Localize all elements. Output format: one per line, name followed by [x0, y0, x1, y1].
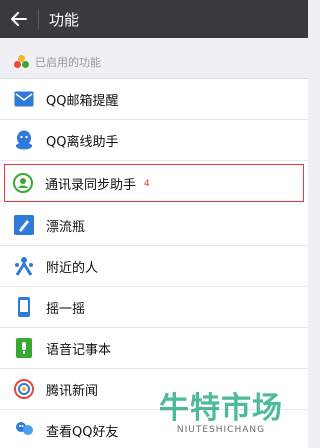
item-label: 腾讯新闻: [46, 383, 99, 399]
list-item-tencent-news[interactable]: 腾讯新闻: [0, 369, 308, 410]
item-label: 附近的人: [46, 260, 99, 276]
mail-icon: [14, 89, 34, 109]
item-label: 漂流瓶: [46, 219, 86, 235]
item-label: 语音记事本: [46, 342, 112, 358]
header-divider: [38, 9, 39, 29]
back-button[interactable]: [0, 0, 38, 38]
item-label: 通讯录同步助手: [45, 177, 137, 193]
feature-list: QQ邮箱提醒 QQ离线助手 通讯录同步助手 4 漂流瓶 附近的人 摇一摇 语音记…: [0, 78, 308, 448]
people-icon: [14, 256, 34, 276]
section-title: 已启用的功能: [35, 56, 101, 69]
qq-friends-icon: [14, 420, 34, 440]
shake-phone-icon: [14, 297, 34, 317]
item-label: 摇一摇: [46, 301, 86, 317]
list-item-contacts-sync[interactable]: 通讯录同步助手 4: [4, 164, 304, 202]
arrow-left-icon: [11, 12, 27, 26]
section-header: 已启用的功能: [0, 50, 308, 74]
list-item-drift-bottle[interactable]: 漂流瓶: [0, 205, 308, 246]
bottle-icon: [14, 215, 34, 235]
item-label: 查看QQ好友: [46, 424, 119, 440]
list-item-qq-offline[interactable]: QQ离线助手: [0, 120, 308, 161]
list-item-qq-friends[interactable]: 查看QQ好友: [0, 410, 308, 448]
list-item-qq-mail[interactable]: QQ邮箱提醒: [0, 79, 308, 120]
list-item-voice-note[interactable]: 语音记事本: [0, 328, 308, 369]
voice-note-icon: [14, 338, 34, 358]
list-item-shake[interactable]: 摇一摇: [0, 287, 308, 328]
annotation-number: 4: [144, 179, 150, 189]
item-label: QQ离线助手: [46, 134, 119, 150]
top-bar: 功能: [0, 0, 308, 38]
news-icon: [14, 379, 34, 399]
list-item-nearby-people[interactable]: 附近的人: [0, 246, 308, 287]
item-label: QQ邮箱提醒: [46, 93, 119, 109]
colorful-dots-icon: [14, 55, 30, 69]
qq-icon: [14, 130, 34, 150]
contacts-sync-icon: [13, 173, 33, 193]
page-title: 功能: [49, 10, 80, 29]
